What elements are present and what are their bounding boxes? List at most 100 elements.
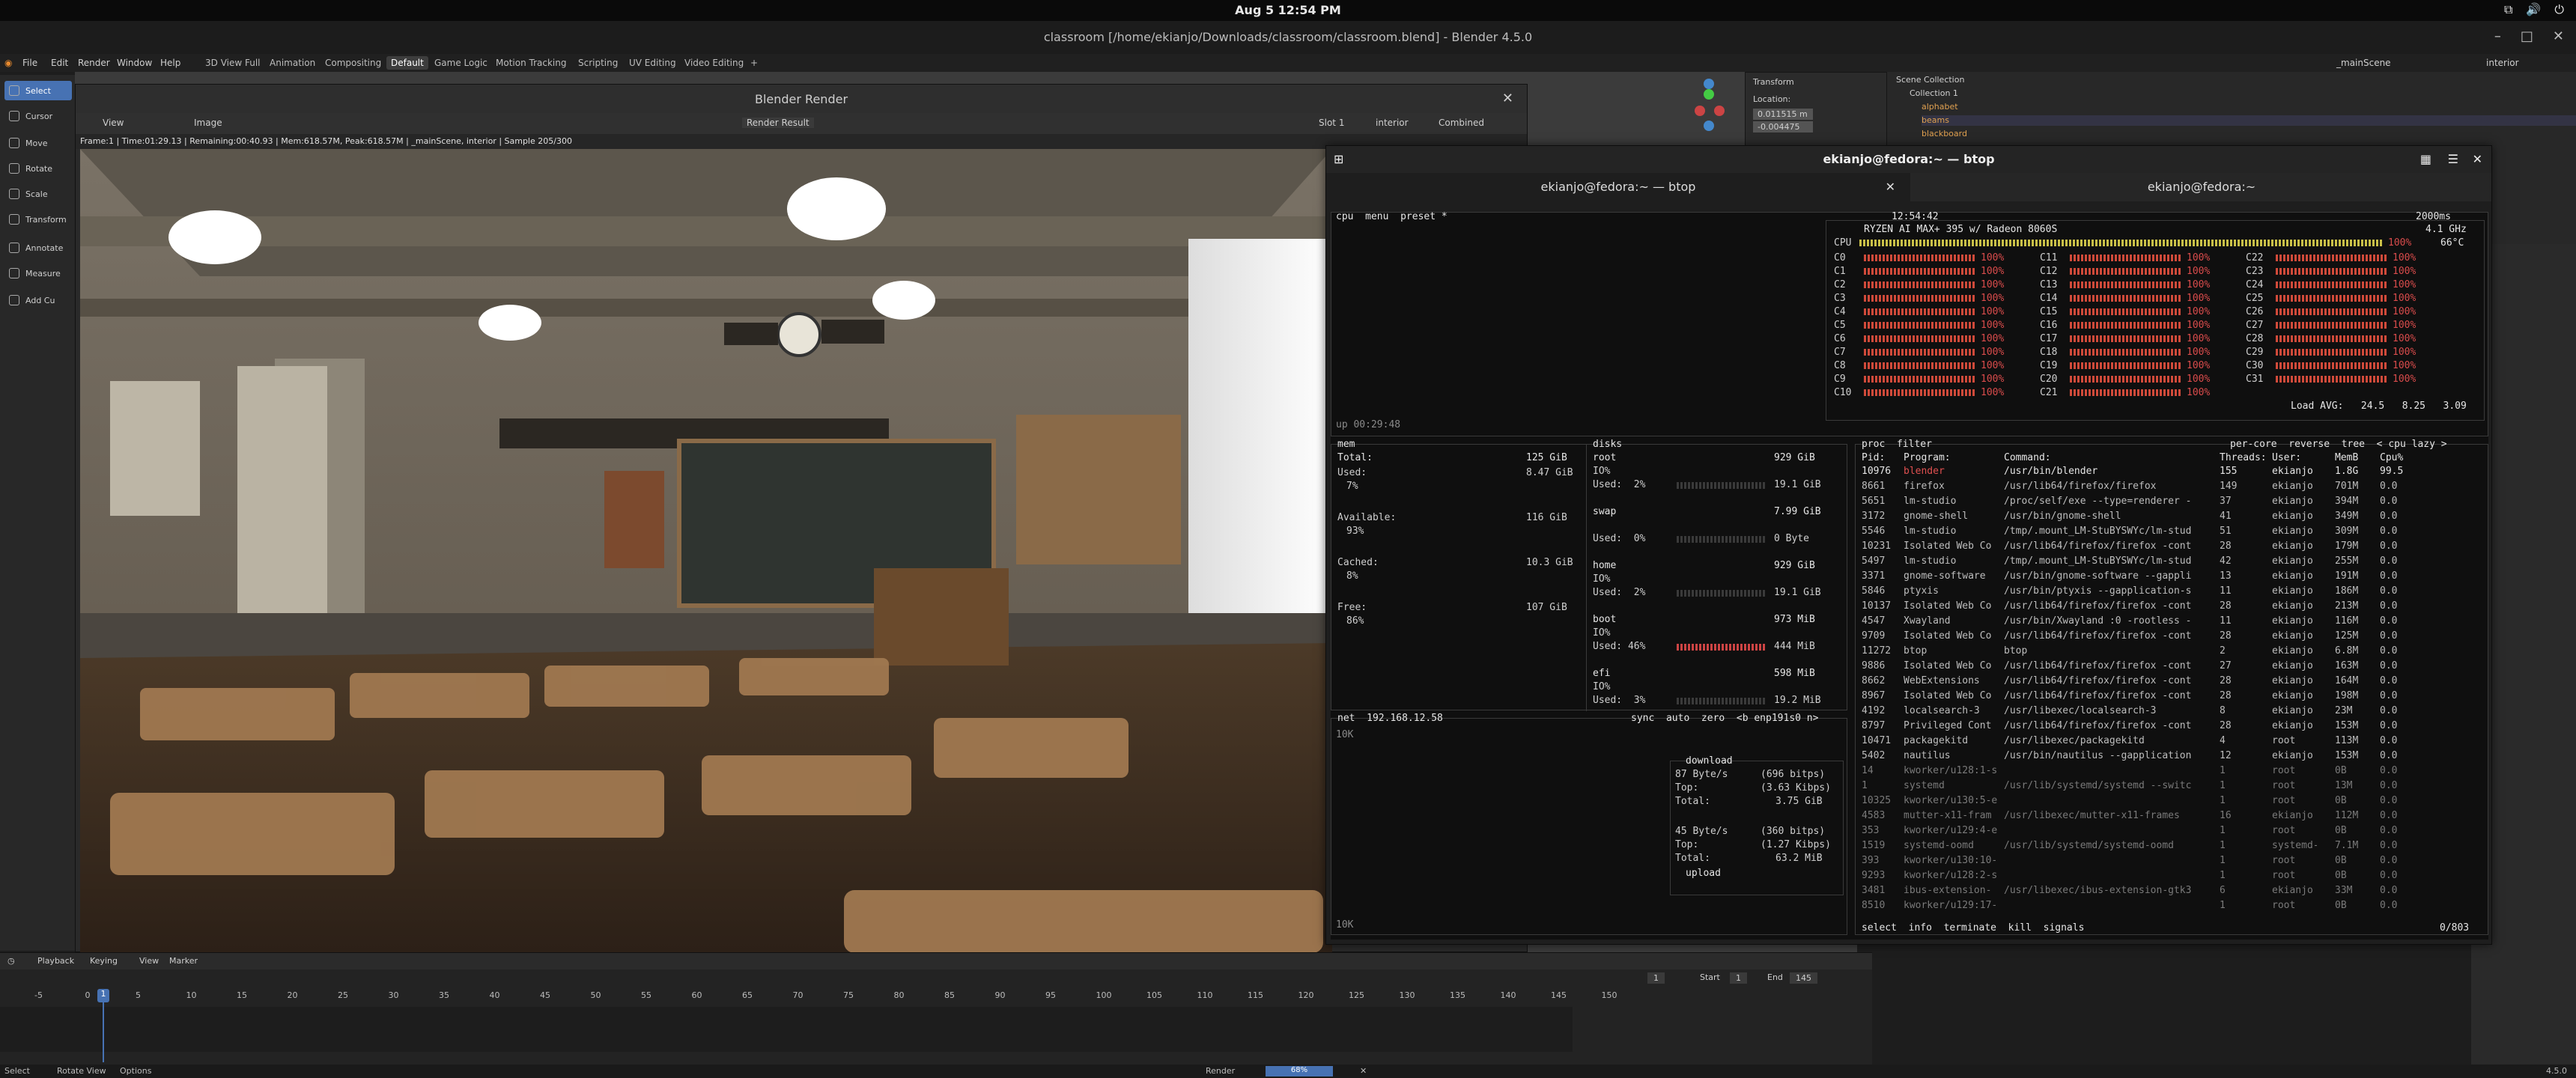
mem-title[interactable]: mem <box>1337 439 1355 450</box>
proc-column-header[interactable]: User: <box>2272 452 2301 463</box>
workspace-tab[interactable]: Scripting <box>574 56 622 70</box>
table-row[interactable]: 4547 Xwayland/usr/bin/Xwayland :0 -rootle… <box>1856 615 2485 629</box>
table-row[interactable]: 1 systemd/usr/lib/systemd/systemd --switc… <box>1856 780 2485 794</box>
tool-scale[interactable]: Scale <box>4 184 72 204</box>
close-icon[interactable]: ✕ <box>1502 91 1513 106</box>
outliner-scene-collection[interactable]: Scene Collection <box>1896 75 2555 85</box>
table-row[interactable]: 5402 nautilus/usr/bin/nautilus --gapplica… <box>1856 750 2485 764</box>
tool-annotate[interactable]: Annotate <box>4 238 72 258</box>
navigation-gizmo[interactable] <box>1647 72 1752 147</box>
proc-footer[interactable]: select info terminate kill signals <box>1862 922 2084 934</box>
table-row[interactable]: 353 kworker/u129:4-e 1 root 0B 0.0 <box>1856 825 2485 838</box>
scene-selector[interactable]: _mainScene <box>2336 58 2391 68</box>
menu-edit[interactable]: Edit <box>51 58 68 68</box>
slot-selector[interactable]: Slot 1 <box>1319 118 1344 128</box>
tool-move[interactable]: Move <box>4 133 72 153</box>
system-clock[interactable]: Aug 5 12:54 PM <box>1228 3 1348 17</box>
workspace-tab[interactable]: Game Logic <box>430 56 492 70</box>
close-icon[interactable]: ✕ <box>2473 152 2482 166</box>
menu-file[interactable]: File <box>22 58 37 68</box>
tool-select[interactable]: Select <box>4 81 72 100</box>
clock-icon[interactable]: ◷ <box>7 956 15 966</box>
table-row[interactable]: 8510 kworker/u129:17- 1 root 0B 0.0 <box>1856 900 2485 913</box>
workspace-tab-active[interactable]: Default <box>386 56 428 70</box>
current-frame-field[interactable]: 1 <box>1647 972 1665 984</box>
playhead[interactable]: 1 <box>97 989 109 1002</box>
workspace-tab[interactable]: Motion Tracking <box>491 56 571 70</box>
table-row[interactable]: 4583 mutter-x11-fram/usr/libexec/mutter-x… <box>1856 810 2485 823</box>
view-menu[interactable]: View <box>139 956 159 966</box>
table-row[interactable]: 10325 kworker/u130:5-e 1 root 0B 0.0 <box>1856 795 2485 808</box>
proc-column-header[interactable]: Pid: <box>1862 452 1885 463</box>
close-icon[interactable]: ✕ <box>2553 28 2564 44</box>
pass-selector[interactable]: Combined <box>1439 118 1484 128</box>
table-row[interactable]: 3481 ibus-extension- /usr/libexec/ibus-ext… <box>1856 885 2485 898</box>
net-options[interactable]: sync auto zero <b enp191s0 n> <box>1631 713 1818 724</box>
table-row[interactable]: 10976 blender/usr/bin/blender 155 ekianjo 1.… <box>1856 466 2485 479</box>
proc-options[interactable]: per-core reverse tree < cpu lazy > <box>2230 439 2447 450</box>
blender-logo-icon[interactable]: ◉ <box>4 58 12 68</box>
table-row[interactable]: 10137 Isolated Web Co/usr/lib64/firefox/f… <box>1856 600 2485 614</box>
table-row[interactable]: 8662 WebExtensions/usr/lib64/firefox/fire… <box>1856 675 2485 689</box>
minimize-icon[interactable]: – <box>2494 28 2501 44</box>
table-row[interactable]: 8661 firefox/usr/lib64/firefox/firefox 149… <box>1856 481 2485 494</box>
menu-help[interactable]: Help <box>160 58 180 68</box>
system-tray[interactable]: ⧉ 🔊 ⏻ <box>2504 2 2564 17</box>
tool-add-cube[interactable]: Add Cu <box>4 290 72 310</box>
view-layer-selector[interactable]: interior <box>2486 58 2519 68</box>
outliner-row[interactable]: beams <box>1922 115 2576 126</box>
table-row[interactable]: 8797 Privileged Cont/usr/lib64/firefox/fi… <box>1856 720 2485 734</box>
proc-column-header[interactable]: Cpu% <box>2380 452 2403 463</box>
proc-column-header[interactable]: MemB <box>2335 452 2358 463</box>
table-row[interactable]: 5651 lm-studio/proc/self/exe --type=rende… <box>1856 496 2485 509</box>
table-row[interactable]: 1519 systemd-oomd/usr/lib/systemd/systemd… <box>1856 840 2485 853</box>
table-row[interactable]: 14 kworker/u128:1-s 1 root 0B 0.0 <box>1856 765 2485 779</box>
end-frame-field[interactable]: 145 <box>1790 972 1817 984</box>
table-row[interactable]: 3172 gnome-shell/usr/bin/gnome-shell 41 eki… <box>1856 511 2485 524</box>
transform-header[interactable]: Transform <box>1746 73 1886 91</box>
location-y-field[interactable]: -0.004475 <box>1753 121 1813 133</box>
start-frame-field[interactable]: 1 <box>1730 972 1747 984</box>
table-row[interactable]: 10231 Isolated Web Co/usr/lib64/firefox/f… <box>1856 540 2485 554</box>
render-result-selector[interactable]: Render Result <box>742 118 814 128</box>
tool-transform[interactable]: Transform <box>4 210 72 229</box>
terminal-tab[interactable]: ekianjo@fedora:~ <box>1910 173 2493 201</box>
table-row[interactable]: 9709 Isolated Web Co/usr/lib64/firefox/fi… <box>1856 630 2485 644</box>
table-row[interactable]: 10471 packagekitd/usr/libexec/packagekitd… <box>1856 735 2485 749</box>
disks-title[interactable]: disks <box>1593 439 1622 450</box>
keying-menu[interactable]: Keying <box>90 956 118 966</box>
net-title[interactable]: net 192.168.12.58 <box>1337 713 1443 724</box>
menu-render[interactable]: Render <box>78 58 110 68</box>
tool-measure[interactable]: Measure <box>4 264 72 283</box>
workspace-tab[interactable]: 3D View Full <box>201 56 265 70</box>
table-row[interactable]: 393 kworker/u130:10- 1 root 0B 0.0 <box>1856 855 2485 868</box>
terminal-tab-active[interactable]: ekianjo@fedora:~ — btop ✕ <box>1326 173 1910 201</box>
proc-column-header[interactable]: Program: <box>1904 452 1951 463</box>
volume-icon[interactable]: 🔊 <box>2526 2 2541 17</box>
cpu-panel-header[interactable]: cpu menu preset * <box>1336 211 1448 222</box>
hamburger-menu-icon[interactable]: ☰ <box>2448 152 2458 166</box>
proc-title[interactable]: proc filter <box>1862 439 1932 450</box>
table-row[interactable]: 5546 lm-studio/tmp/.mount_LM-StuBYSWYc/lm… <box>1856 526 2485 539</box>
table-row[interactable]: 8967 Isolated Web Co/usr/lib64/firefox/fi… <box>1856 690 2485 704</box>
maximize-icon[interactable]: □ <box>2521 28 2533 44</box>
outliner-row[interactable]: blackboard <box>1922 129 2576 139</box>
location-x-field[interactable]: 0.011515 m <box>1753 109 1813 120</box>
table-row[interactable]: 11272 btop btop 2 ekianjo 6.8M 0.0 <box>1856 645 2485 659</box>
outliner-row[interactable]: Collection 1 <box>1910 88 2569 99</box>
workspace-tab[interactable]: Animation <box>265 56 320 70</box>
proc-column-header[interactable]: Threads: <box>2220 452 2267 463</box>
table-row[interactable]: 4192 localsearch-3/usr/libexec/localsearc… <box>1856 705 2485 719</box>
tool-rotate[interactable]: Rotate <box>4 159 72 178</box>
table-row[interactable]: 3371 gnome-software/usr/bin/gnome-softwar… <box>1856 570 2485 584</box>
power-icon[interactable]: ⏻ <box>2554 2 2564 17</box>
outliner-row[interactable]: alphabet <box>1922 102 2576 112</box>
tabs-overview-icon[interactable]: ▦ <box>2420 152 2431 166</box>
workspace-tab[interactable]: Video Editing <box>680 56 748 70</box>
view-menu[interactable]: View <box>103 118 124 128</box>
menu-window[interactable]: Window <box>117 58 152 68</box>
timeline-track[interactable] <box>0 1007 1573 1052</box>
playback-menu[interactable]: Playback <box>37 956 74 966</box>
table-row[interactable]: 9886 Isolated Web Co/usr/lib64/firefox/fi… <box>1856 660 2485 674</box>
layer-selector[interactable]: interior <box>1376 118 1409 128</box>
